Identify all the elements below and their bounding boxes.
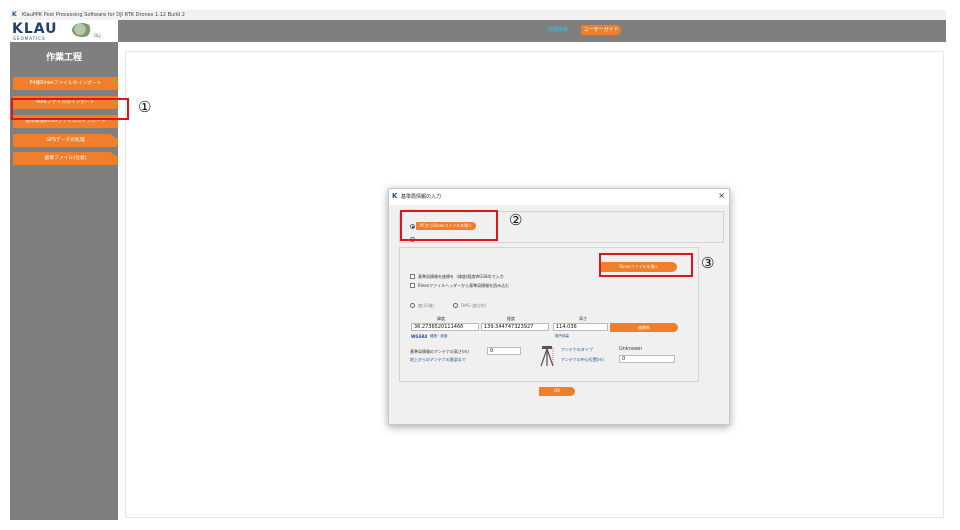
user-guide-button[interactable]: ユーザーガイド xyxy=(581,25,621,35)
annotation-box-1 xyxy=(11,98,129,120)
header-read-checkbox[interactable] xyxy=(410,283,415,288)
annotation-box-3 xyxy=(599,253,693,277)
antenna-type-label: アンテナのタイプ xyxy=(561,347,593,352)
title-bar: K KlauPPK Post Processing Software for D… xyxy=(10,10,946,20)
wgs84-label: WGS84 xyxy=(411,334,428,339)
ground-to-antenna-label: 地上からのアンテナの基部まで xyxy=(410,357,466,362)
longitude-input[interactable]: 139.344747323927 xyxy=(481,323,549,331)
radio-decimal-deg[interactable] xyxy=(410,303,415,308)
step-label: P4側Rinexファイルのインポート xyxy=(29,81,102,86)
radio-dms[interactable] xyxy=(453,303,458,308)
window-title: KlauPPK Post Processing Software for DJI… xyxy=(22,12,185,18)
manual-coords-checkbox[interactable] xyxy=(410,274,415,279)
step-gps-processing[interactable]: GPSデータの処理 xyxy=(13,134,118,147)
antenna-height-label: 基準局情報のアンテナの高さ(m) xyxy=(410,349,469,354)
corner-notch xyxy=(110,152,118,157)
step-label: GPSデータの処理 xyxy=(46,138,85,143)
top-bar: 詳細情報 ユーザーガイド xyxy=(118,20,946,42)
latitude-header: 緯度 xyxy=(437,316,445,321)
antenna-type-value[interactable]: Unknown xyxy=(619,346,642,352)
logo-brand: KLAU xyxy=(12,21,58,37)
check-icon: ✔ xyxy=(111,77,117,85)
height-input[interactable]: 114.036 xyxy=(553,323,608,331)
dms-label: DMS (度分秒) xyxy=(461,303,487,308)
ellipsoid-height-label: 楕円体高 xyxy=(555,334,569,338)
tripod-icon xyxy=(540,346,554,367)
sidebar: KLAU GEOMATICS GLJ 作業工程 P4側Rinexファイルのインポ… xyxy=(10,20,118,520)
dialog-title: 基準局情報の入力 xyxy=(401,194,442,200)
latitude-input[interactable]: 36.2736520111466 xyxy=(411,323,479,331)
step-p4-rinex[interactable]: P4側Rinexファイルのインポート ✔ xyxy=(13,77,118,90)
annotation-marker-2: ② xyxy=(509,211,523,229)
k-logo-icon: K xyxy=(12,11,17,18)
partner-logo-icon xyxy=(72,23,92,37)
dialog-titlebar: K 基準局情報の入力 × xyxy=(389,189,729,205)
k-logo-icon: K xyxy=(392,192,398,200)
corner-notch xyxy=(110,134,118,139)
ok-button[interactable]: OK xyxy=(539,387,575,396)
step-label: 画像ファイル(任意) xyxy=(44,156,87,161)
annotation-marker-3: ③ xyxy=(701,254,715,272)
details-link[interactable]: 詳細情報 xyxy=(548,26,568,33)
step-image-files[interactable]: 画像ファイル(任意) xyxy=(13,152,118,165)
manual-coords-label: 基準局情報を座標を（緯度/経度WGS84)で入力 xyxy=(418,274,504,279)
close-icon[interactable]: × xyxy=(718,191,725,200)
coord-system-button[interactable]: 座標系 xyxy=(610,323,678,332)
logo-partner: GLJ xyxy=(94,33,101,38)
sidebar-title: 作業工程 xyxy=(45,53,82,63)
wgs84-sub-label: 緯度・経度 xyxy=(430,334,448,338)
annotation-box-2 xyxy=(400,210,498,241)
logo-sub: GEOMATICS xyxy=(13,36,46,41)
antenna-center-label: アンテナの中心位置(m) xyxy=(561,357,604,362)
logo: KLAU GEOMATICS GLJ xyxy=(10,20,118,42)
header-read-label: Rinexファイルヘッダーから基準局情報を読み込む xyxy=(418,283,510,288)
antenna-center-input[interactable]: 0 xyxy=(619,355,675,363)
longitude-header: 経度 xyxy=(507,316,515,321)
antenna-height-input[interactable]: 0 xyxy=(487,347,521,355)
height-header: 高さ xyxy=(579,316,587,321)
decimal-deg-label: 度(10進) xyxy=(418,303,435,308)
annotation-marker-1: ① xyxy=(138,98,152,116)
